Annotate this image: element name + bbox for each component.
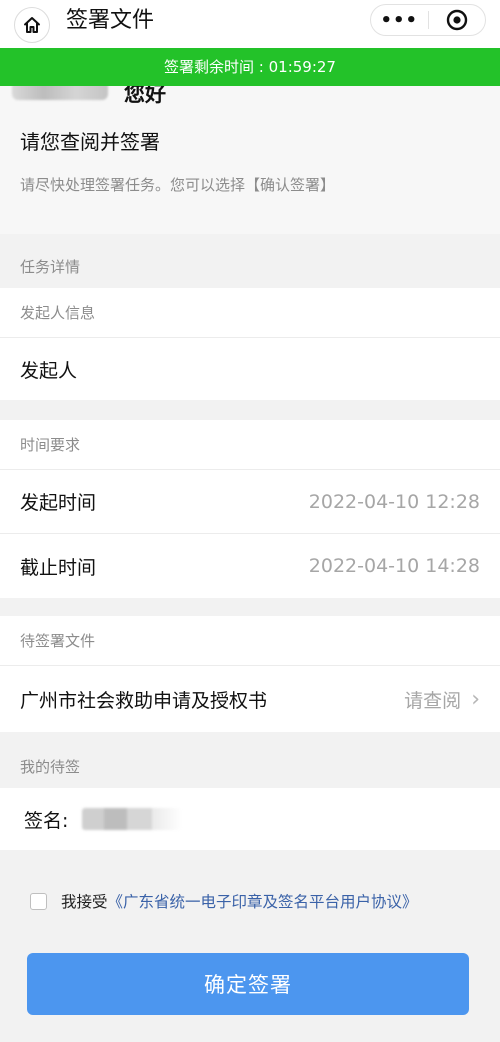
home-icon — [24, 17, 40, 33]
time-header: 时间要求 — [0, 420, 500, 470]
initiator-row: 发起人 — [0, 338, 500, 400]
documents-card: 待签署文件 广州市社会救助申请及授权书 请查阅 › — [0, 616, 500, 732]
signature-image — [82, 808, 183, 830]
top-bar: 签署文件 ••• — [0, 0, 500, 48]
home-button[interactable] — [14, 7, 50, 43]
start-time-value: 2022-04-10 12:28 — [308, 490, 480, 513]
greeting-description: 请尽快处理签署任务。您可以选择【确认签署】 — [20, 176, 336, 194]
document-view-action[interactable]: 请查阅 — [404, 686, 461, 713]
confirm-sign-button[interactable]: 确定签署 — [27, 953, 469, 1015]
page-title: 签署文件 — [66, 8, 155, 33]
blurred-name — [12, 86, 108, 100]
signature-card: 签名: — [0, 788, 500, 850]
end-time-row: 截止时间 2022-04-10 14:28 — [0, 534, 500, 598]
mini-program-capsule: ••• — [370, 4, 486, 36]
greeting-hello: 您好 — [124, 86, 166, 106]
signature-label: 签名: — [24, 809, 69, 832]
task-section-title: 任务详情 — [20, 258, 81, 276]
target-icon[interactable] — [428, 8, 485, 32]
my-pending-title: 我的待签 — [20, 758, 81, 776]
end-time-value: 2022-04-10 14:28 — [308, 555, 480, 577]
initiator-label: 发起人 — [20, 359, 78, 382]
countdown-banner: 签署剩余时间 : 01:59:27 — [0, 48, 500, 86]
agreement-prefix: 我接受 — [61, 893, 108, 911]
agreement-link[interactable]: 《广东省统一电子印章及签名平台用户协议》 — [108, 890, 418, 912]
greeting-title: 请您查阅并签署 — [20, 130, 160, 154]
start-time-row: 发起时间 2022-04-10 12:28 — [0, 470, 500, 534]
initiator-card: 发起人信息 发起人 — [0, 288, 500, 400]
greeting-panel: 您好 请您查阅并签署 请尽快处理签署任务。您可以选择【确认签署】 — [0, 86, 500, 234]
initiator-header: 发起人信息 — [0, 288, 500, 338]
chevron-right-icon: › — [471, 686, 480, 712]
more-dots-icon[interactable]: ••• — [371, 10, 428, 31]
document-name: 广州市社会救助申请及授权书 — [20, 689, 268, 712]
document-row[interactable]: 广州市社会救助申请及授权书 请查阅 › — [0, 666, 500, 732]
signature-row[interactable]: 签名: — [0, 788, 500, 850]
start-time-label: 发起时间 — [20, 492, 97, 514]
time-card: 时间要求 发起时间 2022-04-10 12:28 截止时间 2022-04-… — [0, 420, 500, 598]
end-time-label: 截止时间 — [20, 556, 97, 579]
documents-header: 待签署文件 — [0, 616, 500, 666]
agreement-row: 我接受 《广东省统一电子印章及签名平台用户协议》 — [30, 890, 418, 912]
agreement-checkbox[interactable] — [30, 892, 47, 910]
